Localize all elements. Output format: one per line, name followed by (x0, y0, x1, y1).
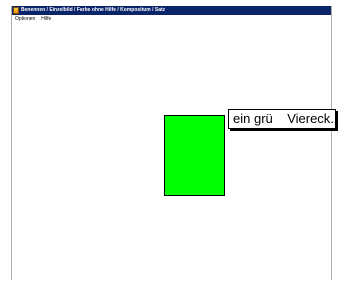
menu-bar: Optionen Hilfe (12, 15, 331, 23)
app-icon[interactable] (13, 7, 19, 14)
window-title: Benennen / Einzelbild / Farbe ohne Hilfe… (21, 7, 166, 13)
menu-item-optionen[interactable]: Optionen (15, 15, 35, 23)
green-rectangle (164, 115, 225, 196)
caption-box: ein grü Viereck. (228, 109, 336, 129)
content-area: ein grü Viereck. (12, 23, 336, 280)
title-bar[interactable]: Benennen / Einzelbild / Farbe ohne Hilfe… (12, 6, 331, 15)
menu-item-hilfe[interactable]: Hilfe (41, 15, 51, 23)
app-window: Benennen / Einzelbild / Farbe ohne Hilfe… (11, 6, 336, 280)
caption-text: ein grü Viereck. (233, 111, 334, 126)
